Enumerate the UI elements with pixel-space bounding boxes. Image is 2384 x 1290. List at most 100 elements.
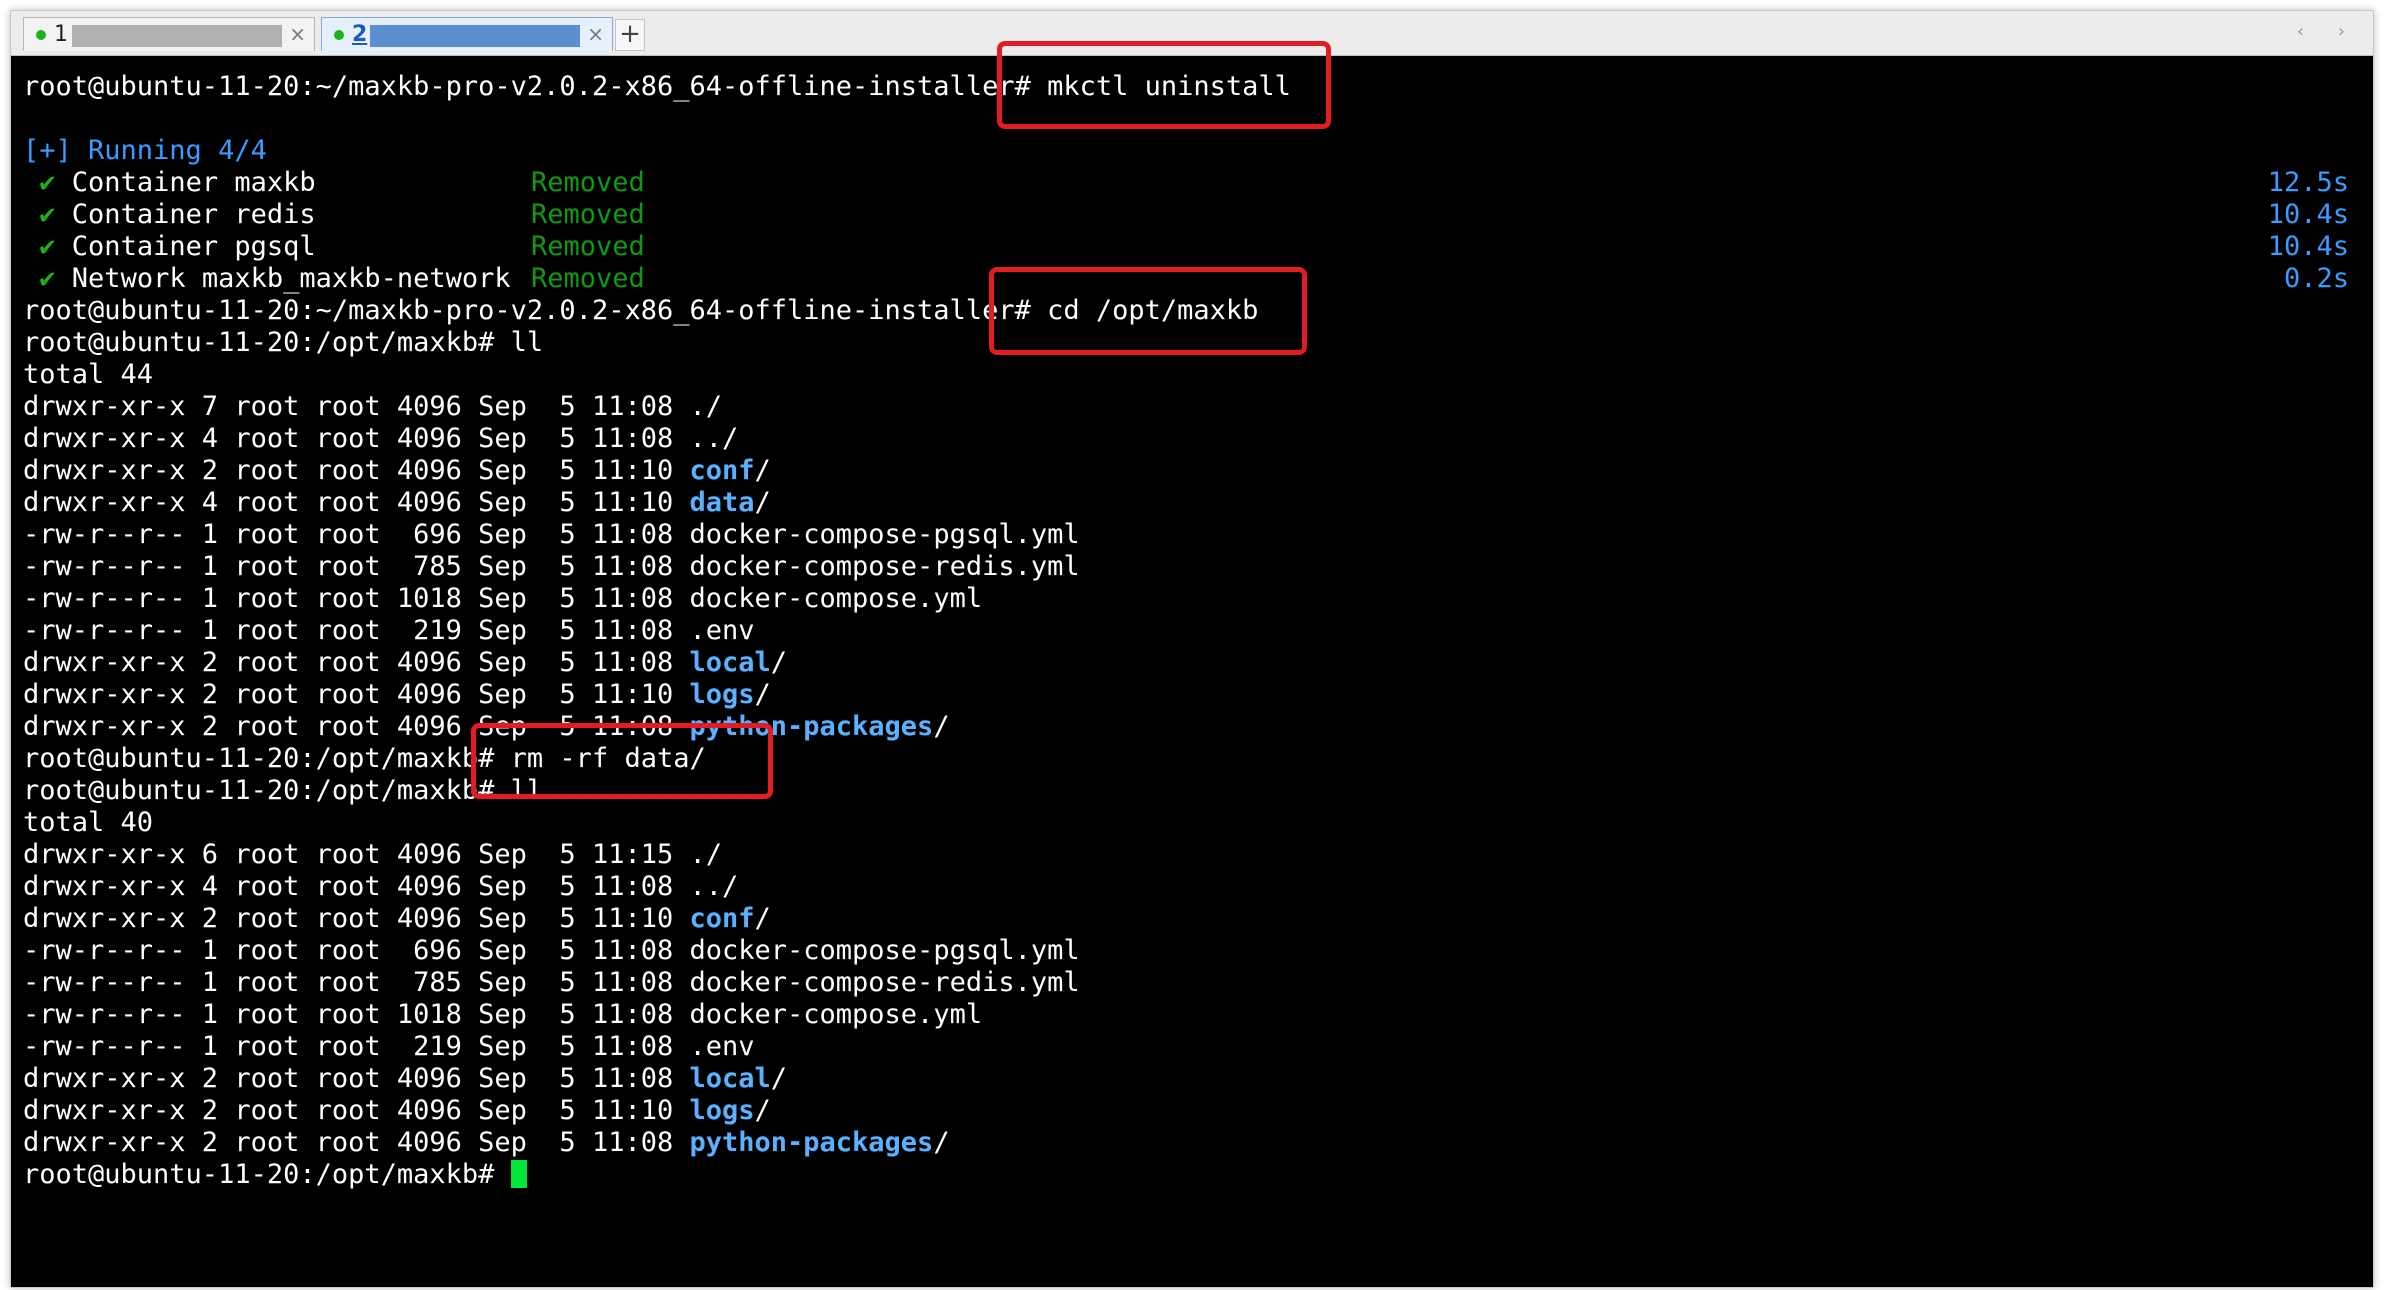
file-metadata: drwxr-xr-x 2 root root 4096 Sep 5 11:10 [23,903,690,934]
file-metadata: -rw-r--r-- 1 root root 785 Sep 5 11:08 [23,967,690,998]
file-metadata: drwxr-xr-x 4 root root 4096 Sep 5 11:08 [23,423,690,454]
check-icon: ✔ [39,167,56,198]
command-line: root@ubuntu-11-20:/opt/maxkb# ll [23,327,543,359]
removal-name: Container pgsql [71,231,316,262]
path-separator: / [770,647,788,678]
terminal-cursor [510,1160,527,1188]
tab-title-redacted [72,25,282,47]
directory-name: local [689,647,771,678]
prompt: root@ubuntu-11-20:~/maxkb-pro-v2.0.2-x86… [23,295,1031,326]
file-metadata: -rw-r--r-- 1 root root 219 Sep 5 11:08 [23,1031,690,1062]
file-metadata: drwxr-xr-x 2 root root 4096 Sep 5 11:10 [23,679,690,710]
listing-row: drwxr-xr-x 6 root root 4096 Sep 5 11:15 … [23,839,722,871]
file-metadata: -rw-r--r-- 1 root root 219 Sep 5 11:08 [23,615,690,646]
removal-status: Removed [531,199,645,230]
removal-status: Removed [531,263,645,294]
file-metadata: drwxr-xr-x 2 root root 4096 Sep 5 11:10 [23,455,690,486]
listing-row: drwxr-xr-x 2 root root 4096 Sep 5 11:10 … [23,679,771,711]
removal-status: Removed [531,231,645,262]
path-separator: / [754,903,771,934]
tab-scroll-arrows[interactable]: ‹ › [2297,21,2359,42]
directory-name: conf [689,455,755,486]
tab-1[interactable]: 1 × [23,17,315,51]
prompt: root@ubuntu-11-20:~/maxkb-pro-v2.0.2-x86… [23,71,1031,102]
listing-row: drwxr-xr-x 7 root root 4096 Sep 5 11:08 … [23,391,722,423]
command: ll [494,327,544,358]
path-separator: / [933,711,950,742]
file-name: docker-compose-redis.yml [689,967,1080,998]
listing-row: drwxr-xr-x 2 root root 4096 Sep 5 11:10 … [23,903,771,935]
file-metadata: drwxr-xr-x 4 root root 4096 Sep 5 11:08 [23,871,690,902]
file-metadata: -rw-r--r-- 1 root root 696 Sep 5 11:08 [23,935,690,966]
connection-status-icon [334,30,344,40]
file-metadata: drwxr-xr-x 2 root root 4096 Sep 5 11:08 [23,1063,690,1094]
file-metadata: drwxr-xr-x 2 root root 4096 Sep 5 11:08 [23,1127,690,1158]
tab-2[interactable]: 2 × [321,17,613,51]
listing-row: drwxr-xr-x 2 root root 4096 Sep 5 11:08 … [23,647,787,679]
file-name: .env [689,615,755,646]
listing-row: -rw-r--r-- 1 root root 219 Sep 5 11:08 .… [23,1031,755,1063]
listing-row: drwxr-xr-x 2 root root 4096 Sep 5 11:08 … [23,1127,950,1159]
command-line: root@ubuntu-11-20:/opt/maxkb# [23,1159,527,1191]
file-metadata: drwxr-xr-x 4 root root 4096 Sep 5 11:10 [23,487,690,518]
listing-row: drwxr-xr-x 2 root root 4096 Sep 5 11:08 … [23,1063,787,1095]
listing-row: drwxr-xr-x 2 root root 4096 Sep 5 11:10 … [23,1095,771,1127]
path-separator: / [754,455,771,486]
path-separator: / [770,1063,788,1094]
removal-time: 0.2s [2283,263,2349,294]
highlight-box-cd [989,267,1307,355]
file-name: ./ [689,839,722,870]
highlight-box-uninstall [997,41,1331,129]
file-name: .env [689,1031,755,1062]
file-metadata: drwxr-xr-x 2 root root 4096 Sep 5 11:10 [23,1095,690,1126]
file-metadata: -rw-r--r-- 1 root root 1018 Sep 5 11:08 [23,583,690,614]
directory-name: logs [689,1095,755,1126]
file-name: docker-compose-pgsql.yml [689,519,1080,550]
close-tab-icon[interactable]: × [587,22,604,46]
listing-row: drwxr-xr-x 2 root root 4096 Sep 5 11:10 … [23,455,771,487]
file-metadata: drwxr-xr-x 7 root root 4096 Sep 5 11:08 [23,391,690,422]
file-name: ../ [689,871,739,902]
listing-row: -rw-r--r-- 1 root root 785 Sep 5 11:08 d… [23,967,1080,999]
directory-name: data [689,487,755,518]
path-separator: / [754,1095,771,1126]
prompt: root@ubuntu-11-20:/opt/maxkb# [23,775,495,806]
file-metadata: drwxr-xr-x 6 root root 4096 Sep 5 11:15 [23,839,690,870]
close-tab-icon[interactable]: × [289,22,306,46]
listing-total: total 44 [23,359,154,390]
tab-title-redacted [370,25,580,47]
check-icon: ✔ [39,231,56,262]
file-name: docker-compose-pgsql.yml [689,935,1080,966]
listing-row: drwxr-xr-x 4 root root 4096 Sep 5 11:10 … [23,487,771,519]
listing-total: total 40 [23,807,154,838]
removal-status: Removed [531,167,645,198]
listing-row: -rw-r--r-- 1 root root 696 Sep 5 11:08 d… [23,935,1080,967]
listing-row: -rw-r--r-- 1 root root 1018 Sep 5 11:08 … [23,999,982,1031]
listing-row: -rw-r--r-- 1 root root 219 Sep 5 11:08 .… [23,615,755,647]
running-status: [+] Running 4/4 [23,135,267,166]
removal-row: ✔ Network maxkb_maxkb-network [23,263,511,295]
directory-name: local [689,1063,771,1094]
file-name: docker-compose-redis.yml [689,551,1080,582]
file-metadata: -rw-r--r-- 1 root root 696 Sep 5 11:08 [23,519,690,550]
path-separator: / [933,1127,950,1158]
removal-time: 12.5s [2267,167,2349,198]
listing-row: drwxr-xr-x 4 root root 4096 Sep 5 11:08 … [23,423,738,455]
removal-name: Container maxkb [71,167,316,198]
removal-name: Container redis [71,199,316,230]
file-metadata: drwxr-xr-x 2 root root 4096 Sep 5 11:08 [23,647,690,678]
removal-name: Network maxkb_maxkb-network [71,263,511,294]
terminal-output[interactable]: root@ubuntu-11-20:~/maxkb-pro-v2.0.2-x86… [23,41,2363,1279]
prompt: root@ubuntu-11-20:/opt/maxkb# [23,327,495,358]
check-icon: ✔ [39,199,56,230]
removal-time: 10.4s [2267,231,2349,262]
listing-row: -rw-r--r-- 1 root root 785 Sep 5 11:08 d… [23,551,1080,583]
check-icon: ✔ [39,263,56,294]
new-tab-button[interactable]: + [615,19,645,51]
prompt: root@ubuntu-11-20:/opt/maxkb# [23,1159,495,1190]
terminal-window: 1 × 2 × + ‹ › root@ubuntu-11-20:~/maxkb-… [10,10,2374,1288]
listing-row: -rw-r--r-- 1 root root 696 Sep 5 11:08 d… [23,519,1080,551]
file-name: docker-compose.yml [689,583,983,614]
listing-row: drwxr-xr-x 4 root root 4096 Sep 5 11:08 … [23,871,738,903]
prompt: root@ubuntu-11-20:/opt/maxkb# [23,743,495,774]
